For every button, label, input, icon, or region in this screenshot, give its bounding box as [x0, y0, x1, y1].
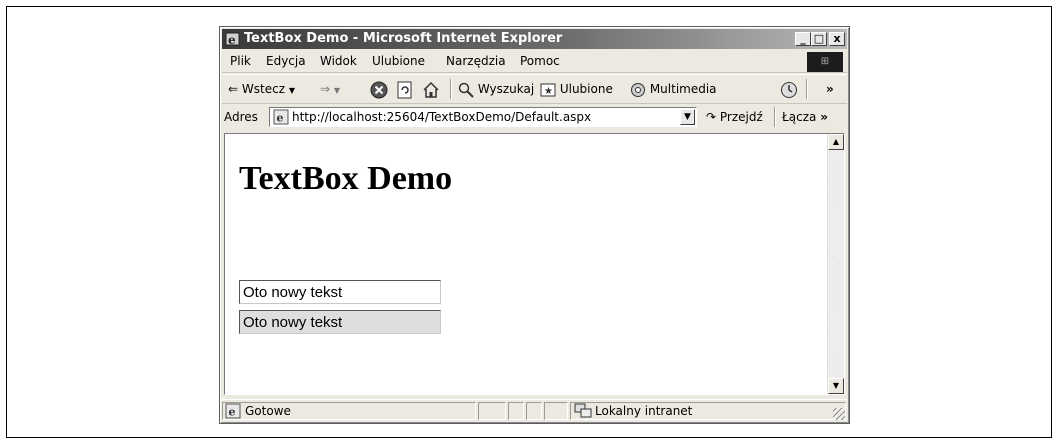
page-icon: e [273, 109, 289, 125]
status-panel [526, 402, 542, 420]
stop-button[interactable] [370, 75, 388, 103]
zone-text: Lokalny intranet [595, 404, 693, 418]
media-label: Multimedia [649, 82, 717, 96]
status-panel [544, 402, 568, 420]
address-input[interactable]: e http://localhost:25604/TextBoxDemo/Def… [269, 107, 697, 127]
links-label: Łącza [782, 110, 817, 124]
search-icon [458, 82, 474, 98]
page-done-icon: e [225, 403, 241, 419]
history-button[interactable] [780, 75, 798, 103]
go-button[interactable]: ↷ Przejdź [706, 104, 763, 130]
refresh-button[interactable] [396, 75, 414, 103]
history-icon [781, 81, 797, 98]
browser-window: e TextBox Demo - Microsoft Internet Expl… [219, 26, 850, 424]
scroll-down-button[interactable]: ▼ [828, 378, 844, 394]
favorites-icon: ★ [540, 83, 556, 97]
status-text-panel: e Gotowe [222, 402, 476, 420]
textbox-2-disabled[interactable] [239, 310, 441, 334]
home-icon [423, 81, 439, 98]
menu-item-pomoc[interactable]: Pomoc [520, 51, 560, 72]
refresh-icon [397, 81, 412, 98]
media-button[interactable]: Multimedia [630, 75, 717, 103]
address-url: http://localhost:25604/TextBoxDemo/Defau… [292, 110, 592, 124]
toolbar-separator [450, 79, 451, 99]
menu-item-ulubione[interactable]: Ulubione [372, 51, 425, 72]
menu-bar: Plik Edycja Widok Ulubione Narzędzia Pom… [222, 51, 847, 73]
title-bar[interactable]: e TextBox Demo - Microsoft Internet Expl… [222, 29, 847, 49]
menu-item-narzedzia[interactable]: Narzędzia [446, 51, 506, 72]
address-label: Adres [224, 110, 258, 124]
menu-item-edycja[interactable]: Edycja [266, 51, 306, 72]
status-bar: e Gotowe Lokalny intranet [222, 399, 847, 422]
address-bar: Adres e http://localhost:25604/TextBoxDe… [222, 104, 847, 130]
svg-text:★: ★ [544, 86, 553, 97]
maximize-button[interactable]: □ [811, 32, 827, 46]
windows-logo-icon: ⊞ [807, 52, 843, 72]
toolbar: ⇐ Wstecz ▼ ⇒ ▼ Wyszukaj ★ Ulubione Multi… [222, 74, 847, 104]
textbox-1[interactable] [239, 280, 441, 304]
search-button[interactable]: Wyszukaj [458, 75, 534, 103]
intranet-icon [574, 403, 592, 418]
status-panel [508, 402, 524, 420]
svg-text:e: e [277, 112, 284, 125]
address-dropdown-button[interactable]: ▼ [680, 109, 695, 125]
window-title: TextBox Demo - Microsoft Internet Explor… [244, 31, 563, 46]
resize-grip[interactable] [833, 408, 845, 420]
favorites-label: Ulubione [559, 82, 613, 96]
status-text: Gotowe [245, 404, 291, 418]
status-zone-panel: Lokalny intranet [570, 402, 846, 420]
back-arrow-icon: ⇐ [228, 82, 239, 96]
ie-logo-icon: e [225, 32, 240, 47]
vertical-scrollbar[interactable]: ▲ ▼ [827, 134, 844, 394]
svg-text:e: e [228, 33, 236, 47]
close-button[interactable]: x [829, 32, 845, 46]
go-label: Przejdź [719, 110, 763, 124]
favorites-button[interactable]: ★ Ulubione [540, 75, 613, 103]
chevron-down-icon: ▼ [333, 86, 341, 95]
stop-icon [370, 81, 388, 98]
chevron-down-icon: ▼ [288, 86, 295, 95]
home-button[interactable] [422, 75, 440, 103]
search-label: Wyszukaj [477, 82, 535, 96]
page-heading: TextBox Demo [239, 160, 453, 197]
links-more: » [820, 110, 828, 124]
menu-item-plik[interactable]: Plik [230, 51, 251, 72]
forward-button[interactable]: ⇒ ▼ [320, 75, 340, 105]
back-label: Wstecz [241, 82, 285, 96]
menu-item-widok[interactable]: Widok [320, 51, 357, 72]
address-separator [774, 107, 775, 127]
scroll-up-button[interactable]: ▲ [828, 134, 844, 150]
toolbar-more-button[interactable]: » [826, 75, 834, 103]
toolbar-separator [806, 79, 807, 99]
media-icon [631, 82, 645, 97]
back-button[interactable]: ⇐ Wstecz ▼ [228, 75, 295, 105]
go-arrow-icon: ↷ [706, 110, 717, 124]
page-content: TextBox Demo ▲ ▼ [224, 133, 845, 395]
minimize-button[interactable]: _ [795, 32, 811, 46]
svg-text:e: e [229, 406, 236, 419]
links-button[interactable]: Łącza » [782, 104, 828, 130]
forward-arrow-icon: ⇒ [320, 82, 331, 96]
status-panel [478, 402, 506, 420]
